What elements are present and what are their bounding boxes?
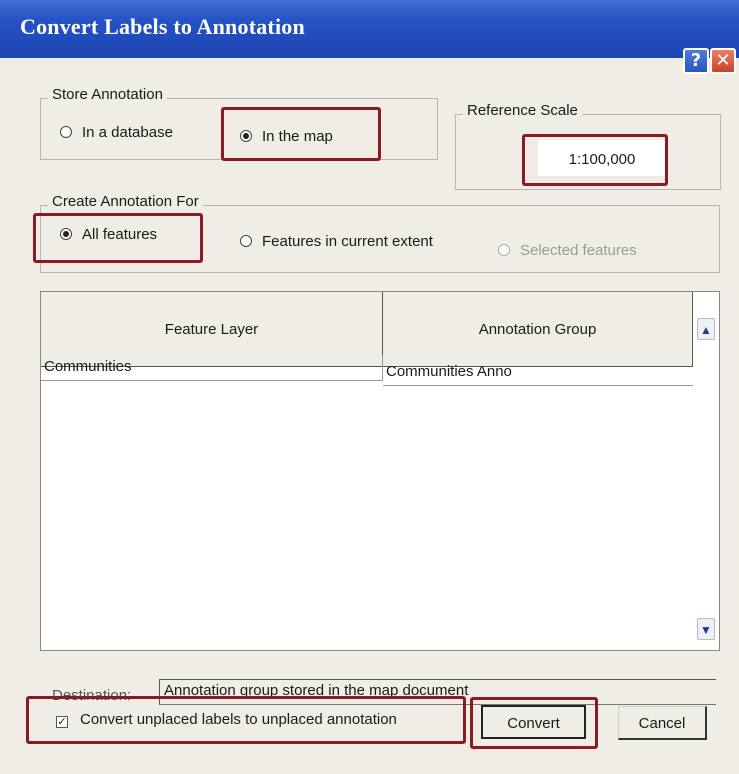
cancel-button[interactable]: Cancel (618, 706, 707, 740)
title-bar[interactable]: Convert Labels to Annotation (0, 0, 739, 58)
radio-label: In a database (82, 124, 173, 141)
destination-label: Destination: (52, 687, 132, 704)
reference-scale-field[interactable]: 1:100,000 (538, 140, 666, 176)
column-header-annotation-group[interactable]: Annotation Group (383, 292, 693, 367)
radio-in-a-database[interactable]: In a database (60, 124, 173, 141)
scroll-up-icon[interactable]: ▲ (697, 318, 715, 340)
close-icon[interactable]: ✕ (710, 48, 736, 74)
convert-unplaced-label: Convert unplaced labels to unplaced anno… (80, 711, 397, 728)
radio-in-the-map[interactable]: In the map (240, 128, 333, 145)
radio-selected-features: Selected features (498, 242, 637, 259)
radio-all-features[interactable]: All features (60, 226, 157, 243)
store-annotation-legend: Store Annotation (48, 86, 167, 103)
radio-dot-selected (60, 228, 72, 240)
scroll-down-icon[interactable]: ▼ (697, 618, 715, 640)
radio-label: Selected features (520, 242, 637, 259)
radio-label: In the map (262, 128, 333, 145)
radio-dot (498, 244, 510, 256)
create-annotation-for-legend: Create Annotation For (48, 193, 203, 210)
destination-field: Annotation group stored in the map docum… (159, 679, 716, 705)
radio-label: All features (82, 226, 158, 243)
radio-dot (240, 235, 252, 247)
table-cell-feature-layer[interactable]: Communities (41, 355, 383, 381)
reference-scale-legend: Reference Scale (463, 102, 582, 119)
radio-dot (60, 126, 72, 138)
help-icon[interactable]: ? (683, 48, 709, 74)
convert-button[interactable]: Convert (481, 705, 586, 739)
radio-dot-selected (240, 130, 252, 142)
radio-features-in-current-extent[interactable]: Features in current extent (240, 233, 433, 250)
dialog-title: Convert Labels to Annotation (20, 14, 305, 39)
feature-layer-table[interactable]: Feature Layer Annotation Group Communiti… (40, 291, 720, 651)
checkbox-check-icon: ✓ (56, 716, 68, 728)
convert-unplaced-checkbox[interactable]: ✓ Convert unplaced labels to unplaced ann… (56, 711, 397, 728)
radio-label: Features in current extent (262, 233, 433, 250)
table-cell-annotation-group[interactable]: Communities Anno (383, 360, 693, 386)
convert-labels-dialog: Convert Labels to Annotation ? ✕ Store A… (0, 0, 739, 774)
